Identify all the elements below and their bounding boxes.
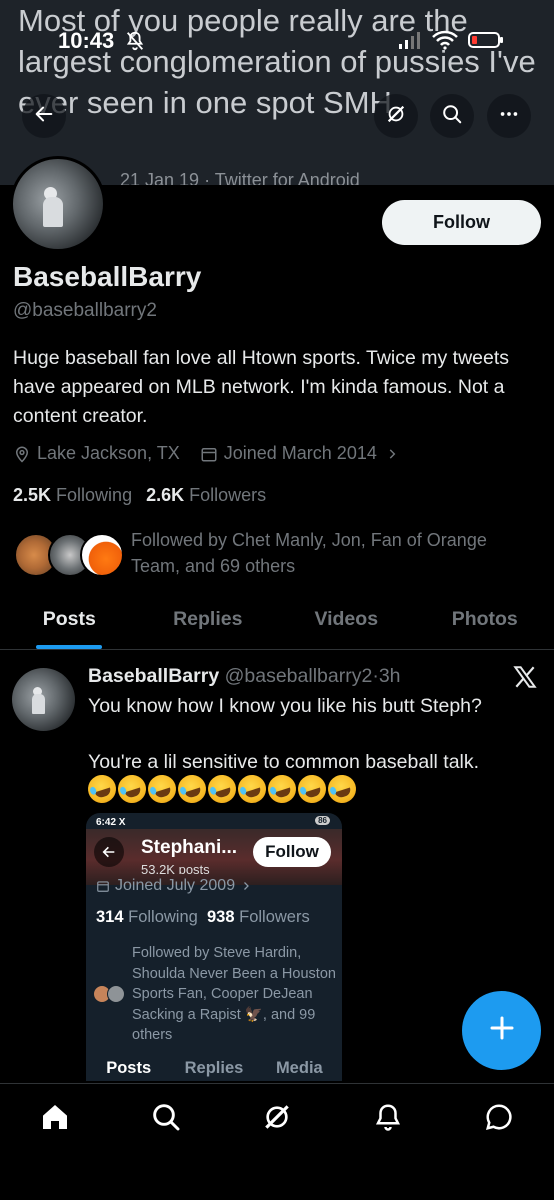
plus-icon [487,1013,517,1048]
battery-icon [468,30,504,55]
rofl-emoji-icon [234,771,270,807]
profile-bio: Huge baseball fan love all Htown sports.… [13,347,510,427]
followed-by-text[interactable]: Followed by Chet Manly, Jon, Fan of Oran… [131,527,531,579]
embed-posts-count: 53.2K posts [141,862,210,874]
status-bar: 10:43 [0,28,554,58]
embed-followed-by: Followed by Steve Hardin, Shoulda Never … [132,945,336,1043]
rofl-emoji-icon [264,771,300,807]
post-author-avatar[interactable] [12,668,75,731]
profile-tabs: Posts Replies Videos Photos [0,596,554,650]
tab-label: Posts [42,608,96,630]
post-emojis [84,771,360,807]
rofl-emoji-icon [174,771,210,807]
following-link[interactable]: 2.5K Following [13,485,132,505]
tab-label: Videos [314,608,379,630]
search-icon [441,103,463,130]
mute-icon [124,30,146,57]
embed-status-icons: 86 [315,816,330,825]
tab-label: Replies [173,608,243,630]
avatar [80,533,124,577]
banner-tweet-text: Most of you people really are the larges… [18,3,536,120]
following-label: Following [56,485,133,505]
profile-display-name: BaseballBarry [13,261,202,292]
rofl-emoji-icon [204,771,240,807]
calendar-icon [200,445,218,463]
nav-grok[interactable] [247,1090,307,1150]
nav-home[interactable] [25,1090,85,1150]
arrow-left-icon [33,103,55,130]
post-text-line: You know how I know you like his butt St… [88,695,482,717]
signal-icon [398,30,422,55]
status-icons [398,30,504,55]
tab-label: Photos [451,608,518,630]
embed-follow-button: Follow [253,837,331,867]
embed-joined: Joined July 2009 [96,877,252,895]
bottom-nav [0,1083,554,1155]
search-icon [150,1101,182,1138]
followers-count: 2.6K [146,485,185,505]
rofl-emoji-icon [294,771,330,807]
nav-notifications[interactable] [358,1090,418,1150]
tab-videos[interactable]: Videos [277,596,416,649]
embed-followed-avatars [93,985,131,1005]
messages-icon [484,1102,514,1137]
location-icon [13,445,31,463]
post-time[interactable]: 3h [379,665,401,687]
embed-status-time: 6:42 X [96,817,126,828]
tab-replies[interactable]: Replies [139,596,278,649]
embed-back-icon [94,837,124,867]
following-count: 2.5K [13,485,52,505]
post-header: BaseballBarry @baseballbarry2·3h [88,665,401,688]
rofl-emoji-icon [84,771,120,807]
post-media-image[interactable]: 6:42 X 86 Stephani... 53.2K posts Follow… [86,813,342,1081]
profile-joined: Joined March 2014 [223,443,377,463]
followed-by-avatars[interactable] [14,533,124,579]
nav-messages[interactable] [469,1090,529,1150]
post-author-name[interactable]: BaseballBarry [88,665,219,687]
tab-photos[interactable]: Photos [416,596,554,649]
tab-posts[interactable]: Posts [0,596,139,649]
chevron-right-icon[interactable] [385,447,399,461]
compose-button[interactable] [462,991,541,1070]
profile-avatar[interactable] [10,156,106,252]
banner-tweet-meta: 21 Jan 19 · Twitter for Android [120,170,360,185]
embed-profile-name: Stephani... [141,837,238,858]
followers-label: Followers [189,485,267,505]
notifications-icon [373,1102,403,1137]
grok-button[interactable] [374,94,418,138]
profile-meta: Lake Jackson, TX Joined March 2014 [13,443,405,464]
search-button[interactable] [430,94,474,138]
x-logo-icon [512,664,538,695]
profile-location: Lake Jackson, TX [37,443,180,463]
wifi-icon [432,30,458,55]
nav-search[interactable] [136,1090,196,1150]
embed-tabs: Posts Replies Media [106,1059,323,1077]
more-button[interactable] [487,94,531,138]
active-tab-indicator [36,645,103,649]
profile-handle: @baseballbarry2 [13,300,157,321]
rofl-emoji-icon [324,771,360,807]
rofl-emoji-icon [114,771,150,807]
follow-button[interactable]: Follow [382,200,541,245]
rofl-emoji-icon [144,771,180,807]
home-icon [39,1101,71,1138]
embed-counts: 314 Following 938 Followers [96,908,310,926]
grok-icon [385,103,407,130]
status-time: 10:43 [58,28,115,53]
post-body: You know how I know you like his butt St… [88,692,538,776]
more-icon [498,103,520,130]
profile-counts: 2.5K Following 2.6K Followers [13,485,266,506]
post-author-handle[interactable]: @baseballbarry2 [225,665,373,687]
followers-link[interactable]: 2.6K Followers [146,485,266,505]
post-text-line: You're a lil sensitive to common basebal… [88,751,480,773]
grok-icon [261,1101,293,1138]
back-button[interactable] [22,94,66,138]
embed-battery: 86 [315,816,330,825]
